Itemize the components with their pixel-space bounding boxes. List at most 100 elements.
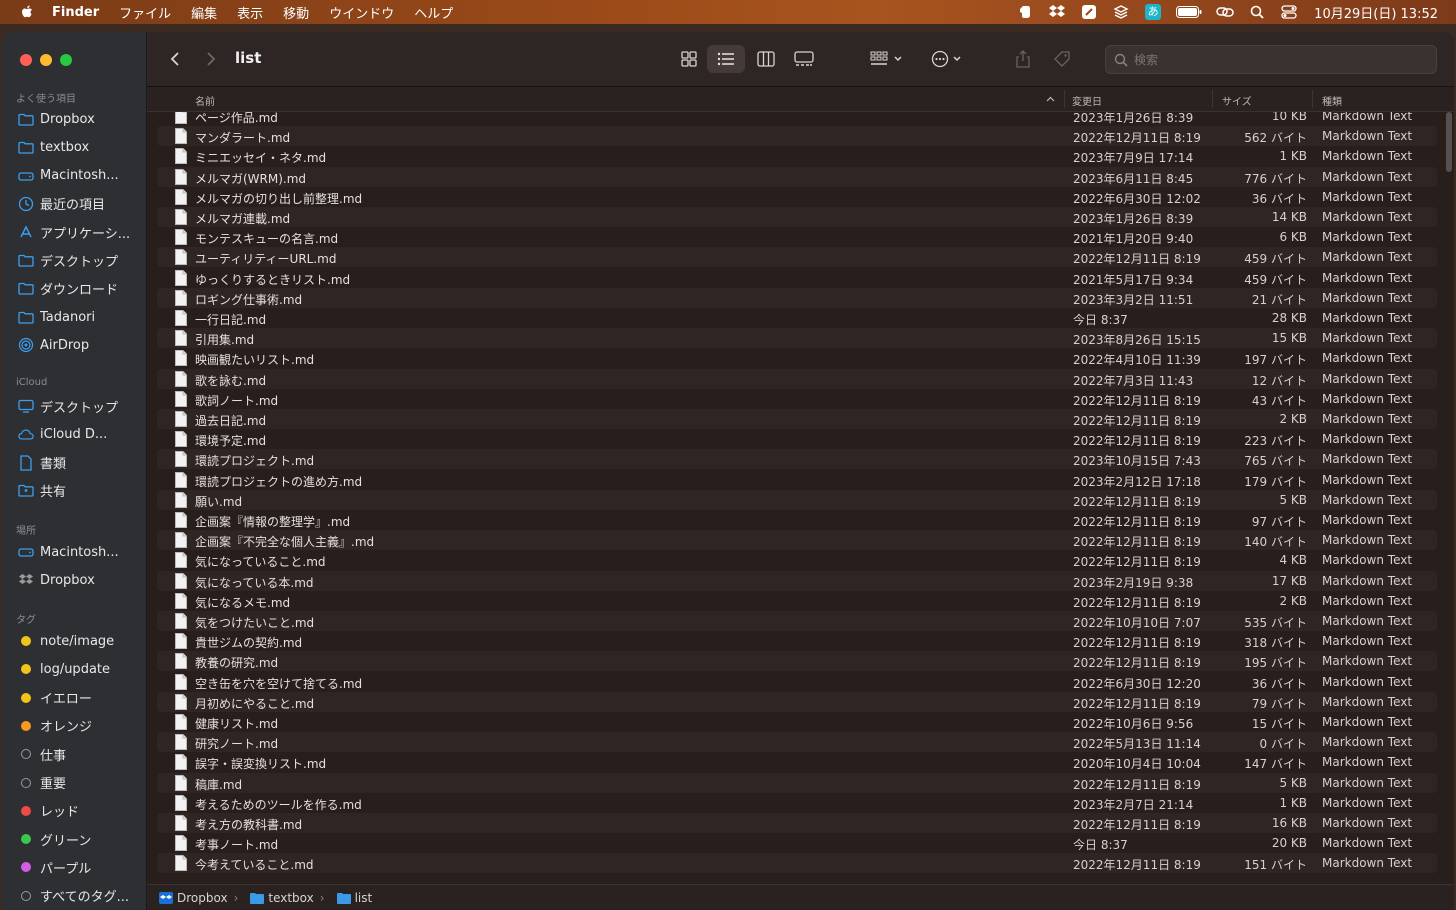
sidebar-item-sidebar.icloud-2[interactable]: 書類 — [18, 452, 66, 474]
file-row[interactable]: ページ作品.md 2023年1月26日 8:39 10 KB Markdown Tex… — [157, 112, 1437, 126]
stack-icon[interactable] — [1112, 4, 1130, 20]
file-row[interactable]: 稿庫.md 2022年12月11日 8:19 5 KB Markdown Text — [157, 772, 1437, 793]
file-row[interactable]: メルマガ連載.md 2023年1月26日 8:39 14 KB Markdown Te… — [157, 207, 1437, 227]
path-segment-list[interactable]: list — [336, 891, 372, 905]
file-row[interactable]: 気になるメモ.md 2022年12月11日 8:19 2 KB Markdown Te… — [157, 591, 1437, 611]
apple-icon[interactable] — [18, 3, 36, 21]
file-row[interactable]: メルマガ(WRM).md 2023年6月11日 8:45 776 バイト Markdo… — [157, 166, 1437, 187]
column-name[interactable]: 名前 — [195, 93, 215, 108]
file-row[interactable]: 願い.md 2022年12月11日 8:19 5 KB Markdown Text — [157, 489, 1437, 510]
menu-view[interactable]: 表示 — [237, 3, 263, 22]
column-date[interactable]: 変更日 — [1072, 93, 1102, 108]
file-row[interactable]: 考え方の教科書.md 2022年12月11日 8:19 16 KB Markdown … — [157, 813, 1437, 833]
sidebar-tag-5[interactable]: 重要 — [18, 772, 66, 794]
sidebar-item-dropbox[interactable]: Dropbox — [18, 108, 95, 130]
control-center-icon[interactable] — [1280, 4, 1298, 20]
list-view-button[interactable] — [707, 45, 745, 73]
action-button[interactable] — [925, 47, 967, 71]
menu-file[interactable]: ファイル — [119, 3, 171, 22]
file-row[interactable]: 過去日記.md 2022年12月11日 8:19 2 KB Markdown Text — [157, 409, 1437, 429]
file-row[interactable]: 気になっていること.md 2022年12月11日 8:19 4 KB Markdown… — [157, 550, 1437, 570]
sidebar-tag-6[interactable]: レッド — [18, 800, 79, 822]
file-row[interactable]: メルマガの切り出し前整理.md 2022年6月30日 12:02 36 バイト Mar… — [157, 187, 1437, 207]
menu-help[interactable]: ヘルプ — [414, 3, 453, 22]
share-button[interactable] — [1011, 47, 1035, 71]
menu-edit[interactable]: 編集 — [191, 3, 217, 22]
sidebar-tag-1[interactable]: log/update — [18, 658, 110, 680]
file-row[interactable]: ゆっくりするときリスト.md 2021年5月17日 9:34 459 バイト Mark… — [157, 268, 1437, 288]
sidebar-item-airdrop[interactable]: AirDrop — [18, 334, 89, 356]
file-row[interactable]: ユーティリティーURL.md 2022年12月11日 8:19 459 バイト Mar… — [157, 247, 1437, 268]
sidebar-item-macintosh[interactable]: Macintosh... — [18, 541, 119, 563]
sidebar-tag-4[interactable]: 仕事 — [18, 743, 66, 765]
input-method-icon[interactable]: あ — [1144, 4, 1162, 20]
file-row[interactable]: 映画観たいリスト.md 2022年4月10日 11:39 197 バイト Markdo… — [157, 348, 1437, 368]
path-segment-textbox[interactable]: textbox › — [250, 891, 325, 905]
file-row[interactable]: 考えるためのツールを作る.md 2023年2月7日 21:14 1 KB Markdo… — [157, 793, 1437, 813]
sidebar-item-tadanori[interactable]: Tadanori — [18, 306, 95, 328]
file-row[interactable]: 環境予定.md 2022年12月11日 8:19 223 バイト Markdown T… — [157, 429, 1437, 449]
sidebar-item-icloud-d[interactable]: iCloud D... — [18, 423, 107, 445]
file-row[interactable]: 考事ノート.md 今日 8:37 20 KB Markdown Text — [157, 833, 1437, 853]
icon-view-button[interactable] — [674, 47, 704, 71]
sidebar-item-sidebar.favorites-3[interactable]: 最近の項目 — [18, 193, 105, 215]
search-icon[interactable] — [1248, 4, 1266, 20]
search-field[interactable]: 検索 — [1105, 45, 1437, 74]
file-row[interactable]: 健康リスト.md 2022年10月6日 9:56 15 バイト Markdown Te… — [157, 712, 1437, 732]
column-kind[interactable]: 種類 — [1322, 93, 1342, 108]
sidebar-item-sidebar.icloud-0[interactable]: デスクトップ — [18, 395, 118, 417]
path-segment-dropbox[interactable]: Dropbox › — [159, 891, 238, 905]
sidebar-item-sidebar.favorites-5[interactable]: デスクトップ — [18, 250, 118, 272]
sidebar-item-macintosh[interactable]: Macintosh... — [18, 165, 119, 187]
gallery-view-button[interactable] — [789, 47, 819, 71]
file-row[interactable]: 誤字・誤変換リスト.md 2020年10月4日 10:04 147 バイト Markd… — [157, 752, 1437, 772]
file-row[interactable]: 歌詞ノート.md 2022年12月11日 8:19 43 バイト Markdown T… — [157, 389, 1437, 409]
sidebar-tag-3[interactable]: オレンジ — [18, 715, 92, 737]
forward-button[interactable] — [203, 49, 219, 69]
group-button[interactable] — [865, 47, 907, 71]
link-icon[interactable] — [1216, 4, 1234, 20]
dropbox-icon[interactable] — [1048, 4, 1066, 20]
sidebar-item-textbox[interactable]: textbox — [18, 136, 89, 158]
menu-go[interactable]: 移動 — [283, 3, 309, 22]
file-row[interactable]: 空き缶を穴を空けて捨てる.md 2022年6月30日 12:20 36 バイト Mar… — [157, 672, 1437, 692]
zoom-button[interactable] — [60, 54, 72, 66]
file-row[interactable]: 気をつけたいこと.md 2022年10月10日 7:07 535 バイト Markdo… — [157, 611, 1437, 631]
file-row[interactable]: 貴世ジムの契約.md 2022年12月11日 8:19 318 バイト Markdow… — [157, 631, 1437, 651]
menu-window[interactable]: ウインドウ — [329, 3, 394, 22]
file-row[interactable]: 引用集.md 2023年8月26日 15:15 15 KB Markdown Text — [157, 328, 1437, 349]
file-row[interactable]: 教養の研究.md 2022年12月11日 8:19 195 バイト Markdown … — [157, 651, 1437, 672]
file-row[interactable]: 月初めにやること.md 2022年12月11日 8:19 79 バイト Markdow… — [157, 691, 1437, 712]
file-row[interactable]: 環読プロジェクトの進め方.md 2023年2月12日 17:18 179 バイト Ma… — [157, 470, 1437, 490]
evernote-icon[interactable] — [1016, 4, 1034, 20]
file-row[interactable]: ミニエッセイ・ネタ.md 2023年7月9日 17:14 1 KB Markdown … — [157, 146, 1437, 166]
sidebar-tag-9[interactable]: すべてのタグ... — [18, 885, 129, 907]
vertical-scrollbar[interactable] — [1446, 112, 1452, 172]
file-row[interactable]: ロギング仕事術.md 2023年3月2日 11:51 21 バイト Markdown … — [157, 287, 1437, 308]
sidebar-item-sidebar.favorites-4[interactable]: アプリケーシ... — [18, 221, 130, 243]
file-row[interactable]: 企画案『不完全な個人主義』.md 2022年12月11日 8:19 140 バイト M… — [157, 530, 1437, 551]
column-size[interactable]: サイズ — [1222, 93, 1252, 108]
sidebar-tag-7[interactable]: グリーン — [18, 828, 91, 850]
file-row[interactable]: 研究ノート.md 2022年5月13日 11:14 0 バイト Markdown Te… — [157, 732, 1437, 753]
sidebar-tag-8[interactable]: パープル — [18, 856, 91, 878]
file-row[interactable]: 環読プロジェクト.md 2023年10月15日 7:43 765 バイト Markdo… — [157, 449, 1437, 470]
sidebar-tag-0[interactable]: note/image — [18, 630, 114, 652]
battery-icon[interactable] — [1176, 4, 1202, 20]
column-view-button[interactable] — [751, 47, 781, 71]
sidebar-tag-2[interactable]: イエロー — [18, 687, 92, 709]
file-row[interactable]: モンテスキューの名言.md 2021年1月20日 9:40 6 KB Markdown… — [157, 227, 1437, 247]
tag-button[interactable] — [1050, 47, 1074, 71]
file-row[interactable]: 歌を詠む.md 2022年7月3日 11:43 12 バイト Markdown Tex… — [157, 368, 1437, 389]
pen-icon[interactable] — [1080, 4, 1098, 20]
minimize-button[interactable] — [40, 54, 52, 66]
file-row[interactable]: 今考えていること.md 2022年12月11日 8:19 151 バイト Markdo… — [157, 853, 1437, 874]
file-row[interactable]: マンダラート.md 2022年12月11日 8:19 562 バイト Markdown… — [157, 126, 1437, 147]
file-row[interactable]: 気になっている本.md 2023年2月19日 9:38 17 KB Markdown … — [157, 570, 1437, 591]
back-button[interactable] — [167, 49, 183, 69]
sidebar-item-sidebar.favorites-6[interactable]: ダウンロード — [18, 278, 118, 300]
menubar-clock[interactable]: 10月29日(日) 13:52 — [1314, 3, 1438, 22]
file-row[interactable]: 一行日記.md 今日 8:37 28 KB Markdown Text — [157, 308, 1437, 328]
menu-app-name[interactable]: Finder — [52, 5, 99, 20]
sidebar-item-dropbox[interactable]: Dropbox — [18, 569, 95, 591]
